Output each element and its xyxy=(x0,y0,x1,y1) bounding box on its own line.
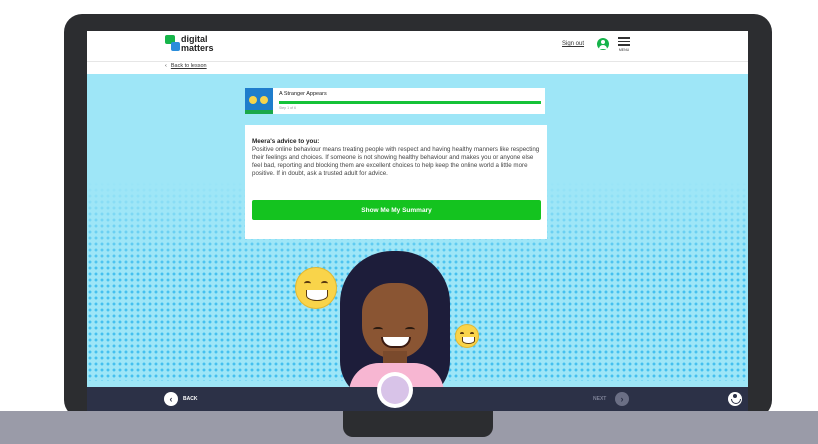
grinning-emoji-icon xyxy=(455,324,479,348)
menu-button[interactable]: MENU xyxy=(618,37,630,53)
footer-nav: ‹ BACK NEXT › xyxy=(87,387,748,411)
sign-out-link[interactable]: Sign out xyxy=(562,41,584,47)
laptop-notch xyxy=(343,411,493,437)
laughing-emoji-icon xyxy=(295,267,337,309)
advice-card: Meera's advice to you: Positive online b… xyxy=(245,125,547,239)
advice-body: Positive online behaviour means treating… xyxy=(252,146,540,177)
app-screen: digital matters Sign out MENU ‹ Back to l… xyxy=(87,31,748,411)
back-button[interactable]: ‹ BACK xyxy=(164,392,212,406)
next-button[interactable]: NEXT › xyxy=(593,392,633,406)
back-to-lesson-link[interactable]: ‹ Back to lesson xyxy=(165,63,207,69)
chevron-left-icon: ‹ xyxy=(165,63,167,69)
accessibility-icon[interactable] xyxy=(728,392,742,406)
hamburger-icon xyxy=(618,37,630,39)
lesson-step: Step 1 of 6 xyxy=(279,106,296,110)
lesson-progress-bar xyxy=(279,101,541,104)
show-summary-button[interactable]: Show Me My Summary xyxy=(252,200,541,220)
avatar[interactable] xyxy=(377,372,413,408)
emoji-icon xyxy=(249,96,257,104)
chevron-left-icon: ‹ xyxy=(164,392,178,406)
lesson-progress-card: A Stranger Appears Step 1 of 6 xyxy=(245,88,545,114)
back-bar: ‹ Back to lesson xyxy=(87,62,748,74)
advice-title: Meera's advice to you: xyxy=(252,138,320,145)
top-header: digital matters Sign out MENU xyxy=(87,31,748,62)
user-account-icon[interactable] xyxy=(597,38,609,50)
lesson-thumbnail xyxy=(245,88,273,114)
lesson-title: A Stranger Appears xyxy=(279,91,327,97)
chevron-right-icon: › xyxy=(615,392,629,406)
digital-matters-logo[interactable]: digital matters xyxy=(165,34,225,58)
emoji-icon xyxy=(260,96,268,104)
